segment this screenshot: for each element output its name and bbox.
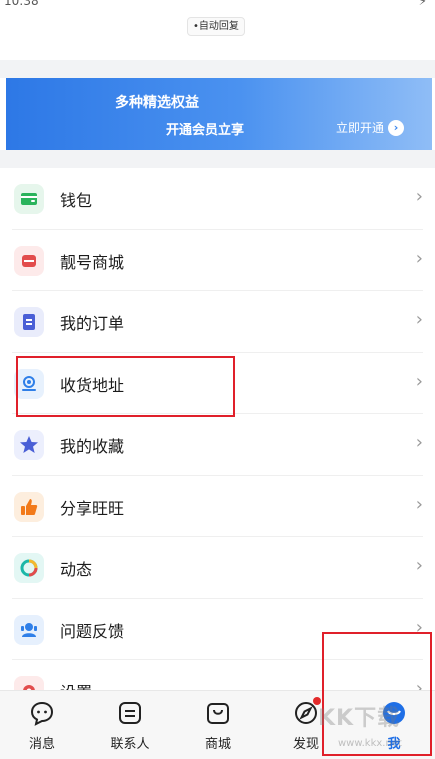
feedback-icon [14,614,44,645]
moments-icon [14,553,44,583]
thumbs-up-icon [14,491,44,522]
menu-label: 靓号商城 [60,252,125,272]
order-icon [14,307,44,337]
watermark-logo: KK下载 [318,706,401,731]
menu-item-wallet[interactable]: 钱包 › [0,168,435,230]
tab-contacts[interactable]: 联系人 [95,699,165,752]
chevron-right-icon: › [415,247,423,269]
open-vip-label: 立即开通 [336,121,385,135]
section-gap [0,150,435,168]
vip-banner[interactable]: 多种精选权益 开通会员立享 立即开通 › [6,78,432,150]
menu-label: 分享旺旺 [60,498,125,518]
shop-icon [207,703,229,724]
arrow-right-icon: › [388,119,405,136]
wallet-icon [14,184,44,214]
chevron-right-icon: › [415,186,423,207]
chevron-right-icon: › [415,493,423,515]
status-time: 10:38 [4,0,39,8]
banner-subtitle: 开通会员立享 [166,123,245,138]
chevron-right-icon: › [415,432,423,453]
tab-messages[interactable]: 消息 [7,699,77,752]
open-vip-button[interactable]: 立即开通 › [336,119,405,136]
tab-label: 联系人 [110,737,150,752]
menu-label: 我的订单 [60,314,125,333]
chevron-right-icon: › [415,370,423,392]
menu-label: 问题反馈 [60,621,125,641]
menu-item-number-store[interactable]: 靓号商城 › [0,229,435,291]
menu-label: 钱包 [60,191,93,210]
tab-label: 商城 [204,737,231,752]
banner-title: 多种精选权益 [115,95,199,111]
chevron-right-icon: › [415,555,423,576]
chevron-right-icon: › [415,309,423,330]
top-bar: 10:38 ⚡ •自动回复 [0,0,435,60]
menu-item-orders[interactable]: 我的订单 › [0,291,435,353]
star-icon [14,430,44,460]
section-gap [0,60,435,78]
message-icon [30,701,54,726]
menu-label: 我的收藏 [60,437,125,456]
menu-item-share[interactable]: 分享旺旺 › [0,475,435,537]
contacts-icon [119,702,141,724]
tab-shop[interactable]: 商城 [183,699,253,752]
auto-reply-chip[interactable]: •自动回复 [187,17,245,36]
battery-icon: ⚡ [418,0,427,8]
menu-item-moments[interactable]: 动态 › [0,537,435,599]
tab-label: 消息 [28,737,55,752]
menu-item-favorites[interactable]: 我的收藏 › [0,414,435,476]
highlight-annotation-address [16,356,235,417]
store-icon [14,245,44,276]
menu-label: 动态 [60,560,93,579]
watermark-url: www.kkx.net [338,738,402,749]
